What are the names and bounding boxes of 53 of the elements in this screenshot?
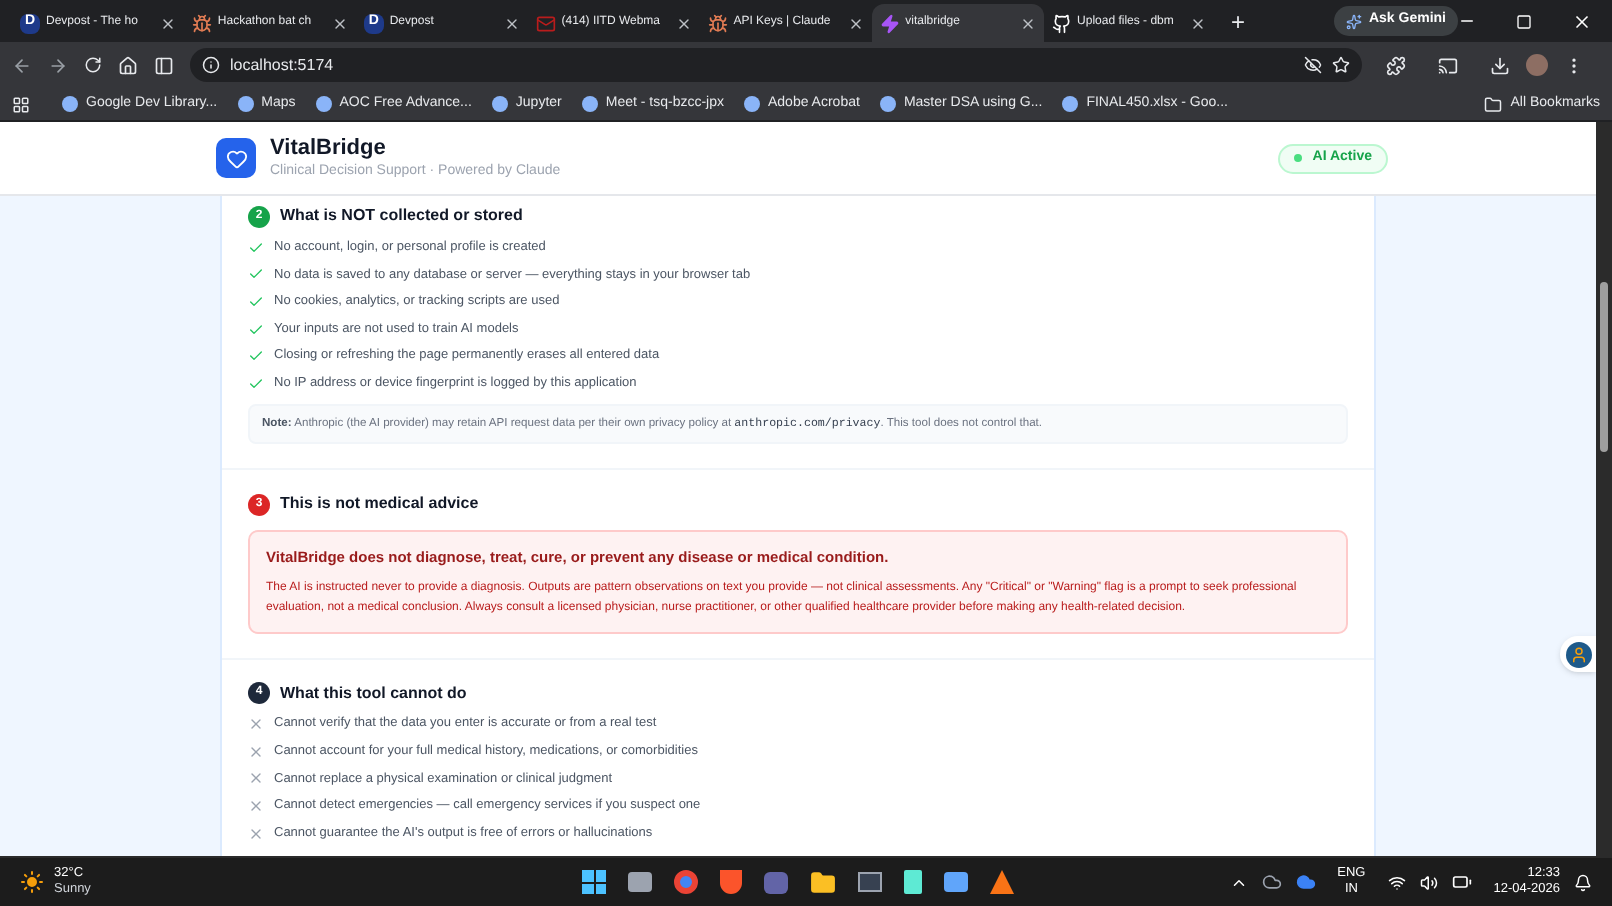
section-title: This is not medical advice [280, 492, 479, 517]
sparkle-icon [1346, 13, 1363, 29]
address-bar[interactable]: localhost:5174 [190, 48, 1362, 82]
browser-app-icon[interactable] [674, 870, 699, 894]
mail-icon [535, 13, 556, 33]
heart-logo-icon [216, 138, 256, 178]
extensions-icon[interactable] [1386, 55, 1406, 75]
cross-icon [248, 716, 264, 733]
close-icon[interactable] [331, 15, 348, 31]
section-title: What is NOT collected or stored [280, 204, 523, 228]
bolt-icon [879, 13, 900, 33]
terminal-icon[interactable] [858, 872, 883, 892]
close-icon[interactable] [1190, 15, 1207, 31]
volume-icon[interactable] [1419, 873, 1438, 891]
back-icon[interactable] [12, 55, 32, 75]
home-icon[interactable] [118, 55, 138, 75]
person-icon [1569, 645, 1587, 663]
app-title: VitalBridge [270, 135, 388, 163]
cross-icon [248, 743, 264, 760]
close-icon[interactable] [847, 15, 864, 31]
cross-icon [248, 770, 264, 787]
new-tab-button[interactable]: + [1230, 9, 1245, 33]
floating-help-button[interactable] [1560, 636, 1596, 672]
close-icon[interactable] [1019, 15, 1036, 31]
forward-icon[interactable] [48, 55, 68, 75]
wifi-icon[interactable] [1387, 873, 1406, 891]
cross-icon [248, 825, 264, 842]
battery-icon[interactable] [1451, 872, 1472, 892]
weather-sun-icon [20, 870, 44, 894]
cast-icon[interactable] [1438, 55, 1458, 75]
github-icon [1051, 13, 1072, 33]
sidebar-icon[interactable] [154, 55, 174, 75]
bug-icon [707, 13, 728, 33]
apps-icon[interactable] [12, 95, 30, 113]
folder-icon[interactable] [810, 869, 837, 895]
cloud-icon[interactable] [1295, 872, 1316, 892]
close-icon[interactable] [503, 15, 520, 31]
profile-avatar[interactable] [1526, 54, 1548, 76]
download-icon[interactable] [1490, 55, 1510, 75]
section-title: What this tool cannot do [280, 681, 467, 705]
start-icon[interactable] [582, 870, 607, 894]
reload-icon[interactable] [84, 56, 102, 74]
cloud-icon[interactable] [1261, 872, 1282, 892]
bug-icon [191, 13, 212, 33]
close-icon[interactable] [1572, 11, 1592, 31]
cone-app-icon[interactable] [990, 870, 1015, 894]
cross-icon [248, 798, 264, 815]
close-icon[interactable] [675, 15, 692, 31]
shield-app-icon[interactable] [720, 870, 743, 894]
notification-icon[interactable] [1574, 873, 1592, 891]
close-icon[interactable] [159, 15, 176, 31]
maximize-icon[interactable] [1516, 13, 1532, 29]
folder-icon [1484, 95, 1503, 113]
